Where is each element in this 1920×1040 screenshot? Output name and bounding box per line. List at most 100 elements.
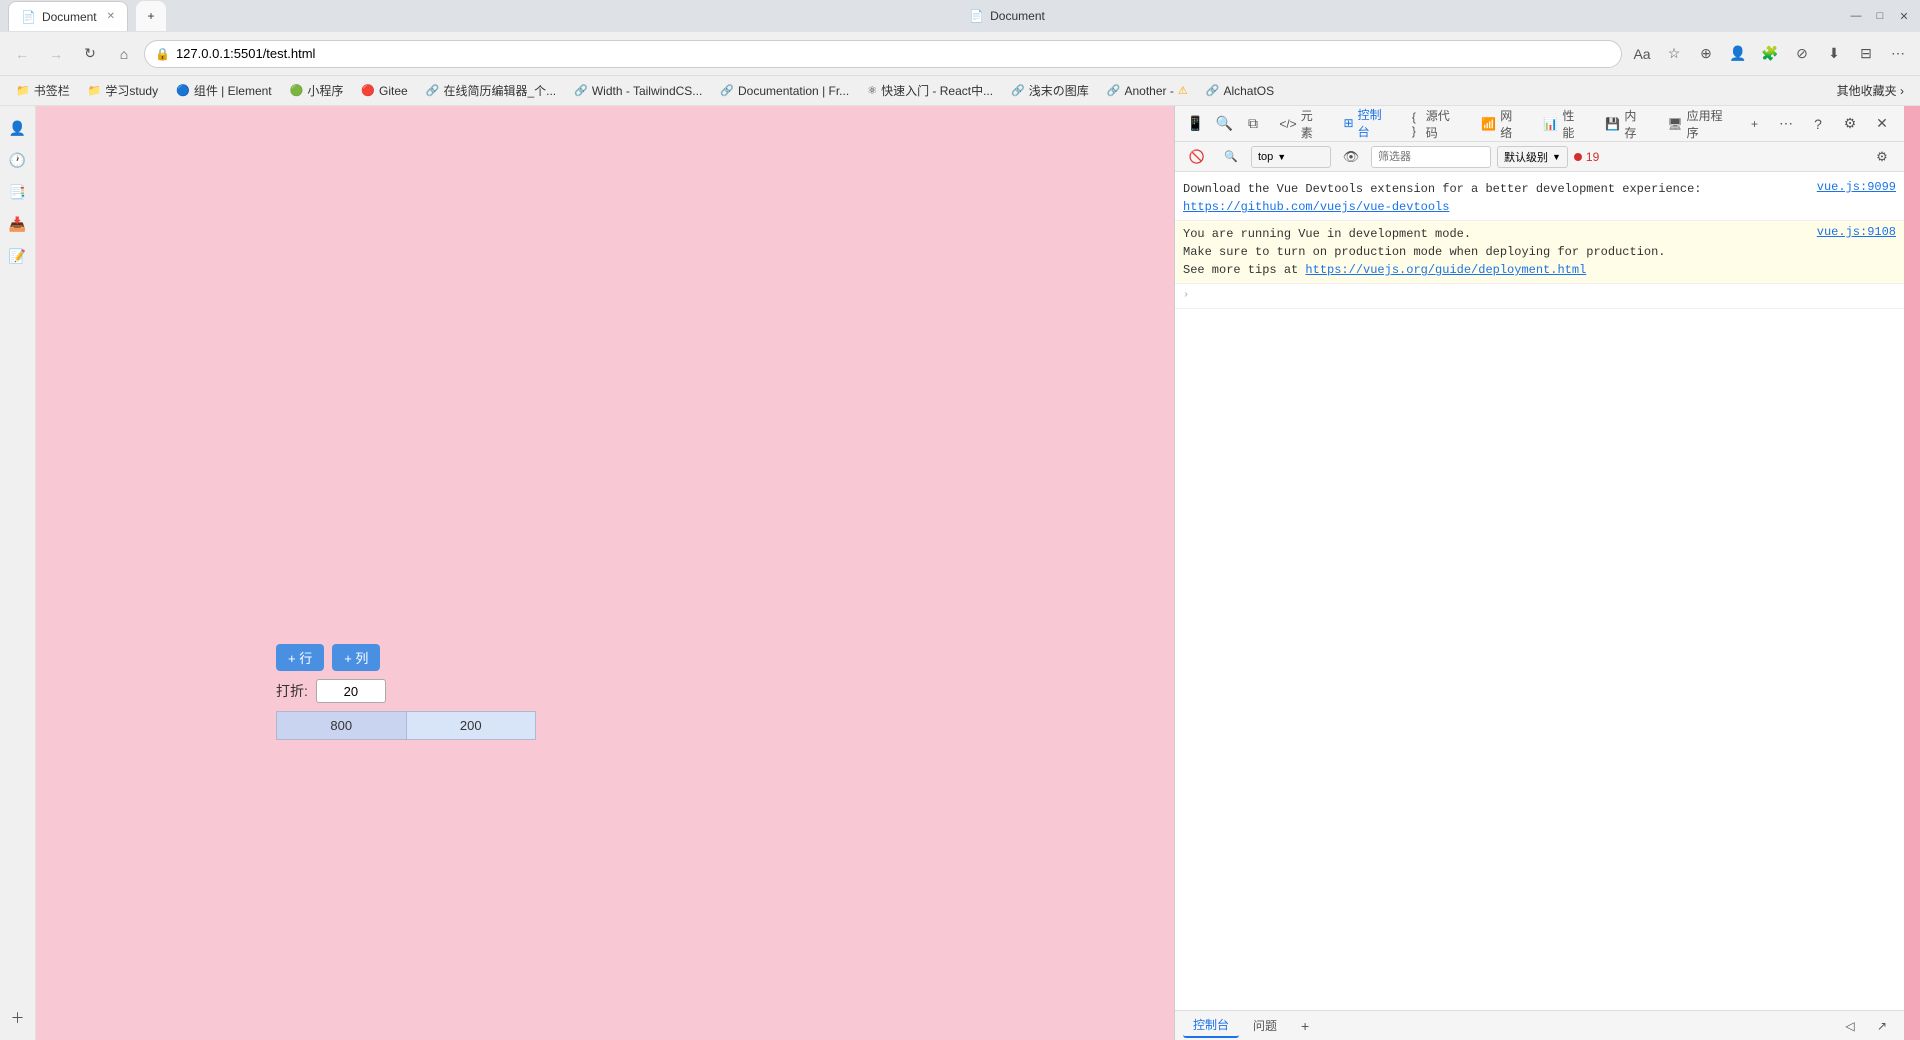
console-line-vue-warn: You are running Vue in development mode.… [1175,221,1904,284]
tab-console[interactable]: ⊞ 控制台 [1334,106,1398,146]
devtools-inspect-btn[interactable]: 🔍 [1212,110,1237,138]
tab-sources-label: 源代码 [1426,107,1458,141]
extensions-btn[interactable]: 🧩 [1756,40,1784,68]
top-chevron-icon: ▼ [1277,152,1286,162]
devtools-settings-btn[interactable]: ⚙ [1836,110,1864,138]
devtools-gear-btn[interactable]: ⚙ [1868,143,1896,171]
bookmark-alchat[interactable]: 🔗 AlchatOS [1198,81,1282,101]
favorites-btn[interactable]: ☆ [1660,40,1688,68]
devtools-layers-btn[interactable]: ⧉ [1241,110,1266,138]
vue-deployment-link[interactable]: https://vuejs.org/guide/deployment.html [1305,263,1586,277]
console-toolbar: 🚫 🔍 top ▼ 👁 默认级别 ▼ 19 ⚙ [1175,142,1904,172]
bookmark-docs[interactable]: 🔗 Documentation | Fr... [712,81,857,101]
bookmarks-folder-icon: 📁 [16,84,30,97]
bookmark-bookmarks-label: 书签栏 [34,82,70,99]
bookmark-resume-editor[interactable]: 🔗 在线简历编辑器_个... [418,79,564,102]
refresh-btn[interactable]: ↻ [76,40,104,68]
console-input-area[interactable] [1197,288,1896,304]
another-icon: 🔗 [1107,84,1121,97]
bookmark-miniprogram[interactable]: 🟢 小程序 [282,79,352,102]
devtools-help-btn[interactable]: ? [1804,110,1832,138]
tab-network[interactable]: 📶 网络 [1471,106,1529,145]
tab-add[interactable]: + [1741,113,1768,135]
minimize-btn[interactable]: — [1848,8,1864,24]
toolbar: ← → ↻ ⌂ 🔒 Aa ☆ ⊕ 👤 🧩 ⊘ ⬇ ⊟ ⋯ [0,32,1920,76]
tab-network-label: 网络 [1500,107,1519,141]
forward-btn[interactable]: → [42,40,70,68]
gallery-icon: 🔗 [1011,84,1025,97]
sidebar-icon-profile[interactable]: 👤 [4,114,32,142]
console-filter-input[interactable] [1371,146,1491,168]
active-tab[interactable]: 📄 Document ✕ [8,1,128,31]
tab-memory[interactable]: 💾 内存 [1595,106,1653,145]
discount-input[interactable] [316,679,386,703]
history-toolbar-btn[interactable]: ⊘ [1788,40,1816,68]
console-filter-toggle[interactable]: 🔍 [1217,143,1245,171]
data-table: 800 200 [276,711,536,740]
bookmark-tailwind[interactable]: 🔗 Width - TailwindCS... [566,81,710,101]
close-btn[interactable]: ✕ [1896,8,1912,24]
title-bar-left: 📄 Document ✕ + [8,1,166,31]
profile-toolbar-btn[interactable]: 👤 [1724,40,1752,68]
tab-icon: 📄 [21,10,36,24]
url-input[interactable] [176,46,1611,61]
top-selector[interactable]: top ▼ [1251,146,1331,168]
title-bar: 📄 Document ✕ + 📄 Document — □ ✕ [0,0,1920,32]
home-btn[interactable]: ⌂ [110,40,138,68]
bookmark-study[interactable]: 📁 学习study [80,79,166,102]
bookmark-bookmarks[interactable]: 📁 书签栏 [8,79,78,102]
tab-sources[interactable]: { } 源代码 [1402,106,1467,145]
console-text-vue-warn: You are running Vue in development mode.… [1183,225,1809,279]
tab-performance[interactable]: 📊 性能 [1533,106,1591,145]
devtools-more-btn[interactable]: ⋯ [1772,110,1800,138]
bookmark-element[interactable]: 🔵 组件 | Element [168,79,280,102]
more-btn[interactable]: ⋯ [1884,40,1912,68]
sidebar-toggle-btn[interactable]: ⊟ [1852,40,1880,68]
add-panel-btn[interactable]: + [1291,1012,1319,1040]
collections-btn[interactable]: ⊕ [1692,40,1720,68]
console-prompt-line[interactable]: › [1175,284,1904,309]
sidebar-icon-downloads[interactable]: 📥 [4,210,32,238]
bottom-tab-console[interactable]: 控制台 [1183,1013,1239,1038]
tab-label: Document [42,10,97,24]
console-clear-btn[interactable]: 🚫 [1183,143,1211,171]
downloads-toolbar-btn[interactable]: ⬇ [1820,40,1848,68]
bookmark-react[interactable]: ⚛ 快速入门 - React中... [859,79,1001,102]
vue-warn-file[interactable]: vue.js:9108 [1817,225,1896,239]
tab-close-btn[interactable]: ✕ [107,11,115,22]
reader-mode-btn[interactable]: Aa [1628,40,1656,68]
sidebar-icon-notes[interactable]: 📝 [4,242,32,270]
devtools-bottom-expand-left[interactable]: ◁ [1836,1012,1864,1040]
console-arrow: › [1183,290,1189,301]
new-tab-btn[interactable]: + [136,1,166,31]
console-eye-btn[interactable]: 👁 [1337,143,1365,171]
devtools-bottom-expand-right[interactable]: ↗ [1868,1012,1896,1040]
bookmarks-more-btn[interactable]: 其他收藏夹 › [1829,79,1912,102]
sidebar-icon-add[interactable]: ＋ [4,1004,32,1032]
pink-sidebar [1904,106,1920,1040]
bottom-tab-issues[interactable]: 问题 [1243,1014,1287,1037]
sidebar-icon-collections[interactable]: 📑 [4,178,32,206]
tab-elements[interactable]: </> 元素 [1269,106,1329,145]
back-btn[interactable]: ← [8,40,36,68]
add-row-btn[interactable]: + 行 [276,644,324,671]
bookmark-gitee[interactable]: 🔴 Gitee [353,81,415,101]
bookmark-gallery[interactable]: 🔗 浅末の图库 [1003,79,1097,102]
bookmark-study-label: 学习study [105,82,158,99]
devtools-close-btn[interactable]: ✕ [1868,110,1896,138]
sidebar-icon-history[interactable]: 🕐 [4,146,32,174]
bookmark-element-label: 组件 | Element [194,82,272,99]
react-icon: ⚛ [867,84,877,97]
table-cell-200: 200 [406,712,536,740]
add-col-btn[interactable]: + 列 [332,644,380,671]
level-selector[interactable]: 默认级别 ▼ [1497,146,1568,168]
performance-icon: 📊 [1543,117,1558,131]
vue-devtools-file[interactable]: vue.js:9099 [1817,180,1896,194]
maximize-btn[interactable]: □ [1872,8,1888,24]
vue-devtools-link[interactable]: https://github.com/vuejs/vue-devtools [1183,200,1449,214]
tab-application[interactable]: 🖥 应用程序 [1657,106,1737,145]
devtools-device-btn[interactable]: 📱 [1183,110,1208,138]
bookmark-another-label: Another - [1125,84,1174,98]
bookmark-another[interactable]: 🔗 Another - ⚠ [1099,81,1196,101]
address-bar[interactable]: 🔒 [144,40,1622,68]
